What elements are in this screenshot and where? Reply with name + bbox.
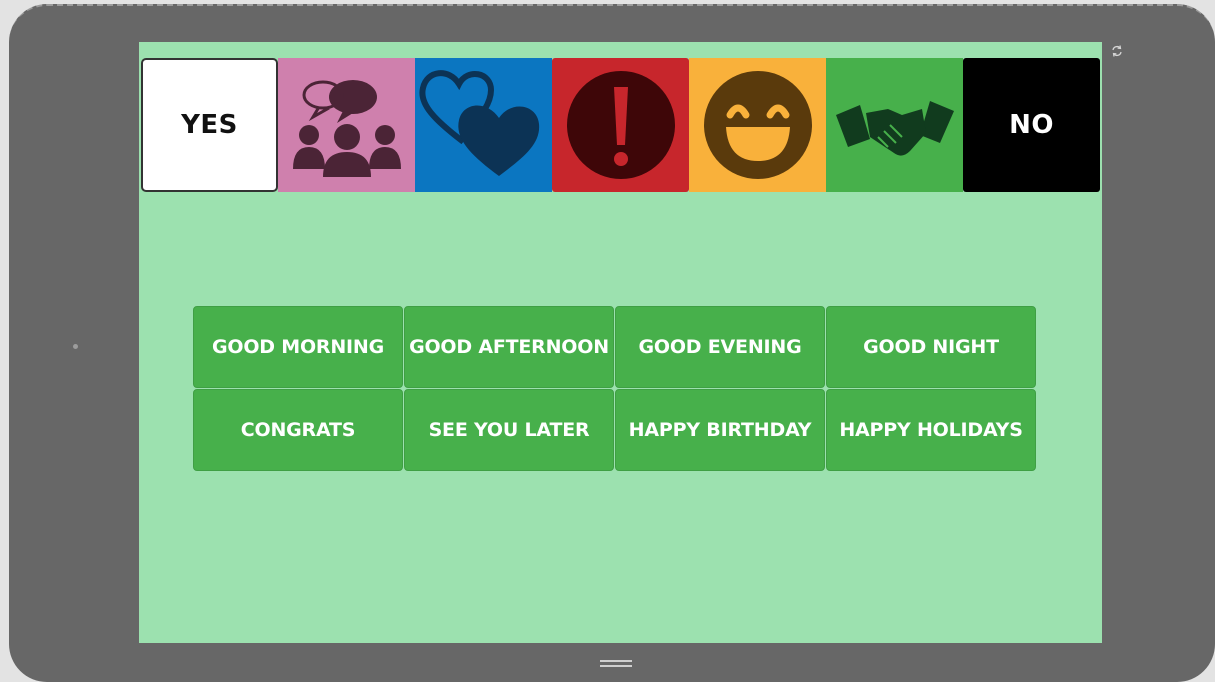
rotate-icon[interactable]: [1110, 44, 1124, 58]
exclamation-icon: [566, 71, 675, 179]
happy-tile[interactable]: [689, 58, 826, 192]
handshake-icon: [835, 101, 954, 156]
camera-dot: [73, 344, 78, 349]
smiley-face-icon: [703, 71, 812, 179]
good-morning-button[interactable]: GOOD MORNING: [193, 306, 403, 388]
board-screen: YES NO GOOD MORNING GOOD AFTERNOON GOOD …: [139, 42, 1102, 643]
congrats-button[interactable]: CONGRATS: [193, 389, 403, 471]
love-tile[interactable]: [415, 58, 552, 192]
happy-holidays-button[interactable]: HAPPY HOLIDAYS: [826, 389, 1036, 471]
alert-tile[interactable]: [552, 58, 689, 192]
people-tile[interactable]: [278, 58, 415, 192]
no-label: NO: [1009, 110, 1054, 140]
yes-label: YES: [181, 110, 238, 140]
good-afternoon-button[interactable]: GOOD AFTERNOON: [404, 306, 614, 388]
happy-birthday-button[interactable]: HAPPY BIRTHDAY: [615, 389, 825, 471]
good-evening-button[interactable]: GOOD EVENING: [615, 306, 825, 388]
deal-tile[interactable]: [826, 58, 963, 192]
no-tile[interactable]: NO: [963, 58, 1100, 192]
home-bar-icon[interactable]: [600, 659, 632, 669]
see-you-later-button[interactable]: SEE YOU LATER: [404, 389, 614, 471]
people-talking-icon: [292, 80, 401, 177]
yes-tile[interactable]: YES: [141, 58, 278, 192]
good-night-button[interactable]: GOOD NIGHT: [826, 306, 1036, 388]
hearts-icon: [419, 70, 540, 176]
